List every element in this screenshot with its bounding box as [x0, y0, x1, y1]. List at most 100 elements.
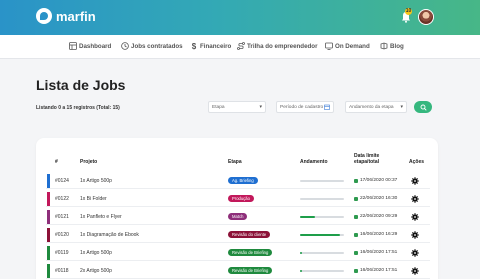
progress-track — [300, 252, 344, 254]
nav-on-demand[interactable]: On Demand — [325, 42, 370, 50]
deadline: 22/06/2020 16:30 — [354, 196, 397, 201]
andamento-select-value: Andamento da etapa — [349, 104, 394, 110]
job-number: #0122 — [55, 196, 69, 202]
stage-badge: Revisão do cliente — [228, 231, 271, 238]
deadline-text: 16/06/2020 16:29 — [360, 232, 398, 237]
gear-icon[interactable] — [411, 213, 419, 221]
deadline-text: 17/06/2020 00:37 — [360, 178, 398, 183]
progress-fill — [300, 270, 303, 272]
deadline: 17/06/2020 00:37 — [354, 178, 397, 183]
row-status-bar — [47, 174, 50, 188]
deadline: 16/06/2020 16:29 — [354, 232, 397, 237]
brand-name: marfin — [56, 8, 96, 24]
search-icon — [420, 104, 427, 111]
job-number: #0124 — [55, 178, 69, 184]
progress-fill — [300, 252, 303, 254]
job-project[interactable]: 1x Artigo 500p — [80, 250, 112, 256]
col-header-acoes: Ações — [409, 159, 425, 165]
gear-icon[interactable] — [411, 177, 419, 185]
chevron-down-icon: ▾ — [259, 104, 262, 110]
job-number: #0118 — [55, 268, 69, 274]
stage-badge: Match — [228, 213, 248, 220]
progress-track — [300, 180, 344, 182]
job-project[interactable]: 2x Artigo 500p — [80, 268, 112, 274]
col-header-num: # — [55, 159, 58, 165]
job-project[interactable]: 1x Artigo 500p — [80, 178, 112, 184]
etapa-select-value: Etapa — [212, 104, 225, 110]
gear-icon[interactable] — [411, 267, 419, 275]
nav-on-demand-label: On Demand — [335, 42, 370, 50]
stage-badge: Revisão de Briefing — [228, 249, 273, 256]
gear-icon[interactable] — [411, 195, 419, 203]
andamento-select[interactable]: Andamento da etapa ▾ — [345, 101, 407, 113]
brand-logo[interactable]: marfin — [36, 8, 96, 24]
dollar-icon: $ — [192, 42, 197, 50]
deadline: 16/06/2020 17:51 — [354, 268, 397, 273]
deadline-text: 16/06/2020 17:51 — [360, 268, 398, 273]
table-row[interactable]: #0122 1x Bi Folder Produção 22/06/2020 16:3… — [46, 191, 430, 207]
svg-text:$: $ — [192, 42, 197, 50]
nav-blog[interactable]: Blog — [380, 42, 404, 50]
nav-financeiro[interactable]: $ Financeiro — [190, 42, 232, 50]
avatar[interactable] — [418, 9, 434, 25]
progress-fill — [300, 234, 341, 236]
page-title: Lista de Jobs — [36, 77, 126, 93]
job-number: #0121 — [55, 214, 69, 220]
calendar-icon — [354, 178, 358, 183]
nav-trilha[interactable]: Trilha do empreendedor — [237, 42, 317, 50]
deadline: 22/06/2020 09:29 — [354, 214, 397, 219]
route-icon — [237, 42, 245, 50]
stage-badge: Revisão de Briefing — [228, 267, 273, 274]
calendar-icon — [354, 250, 358, 255]
table-row[interactable]: #0121 1x Panfleto e Flyer Match 22/06/2020 … — [46, 209, 430, 225]
listing-count: Listando 0 a 15 registros (Total: 15) — [36, 105, 120, 111]
top-bar: marfin 10 — [0, 0, 480, 35]
job-project[interactable]: 1x Bi Folder — [80, 196, 107, 202]
stage-badge: Produção — [228, 195, 254, 202]
calendar-icon — [354, 268, 358, 273]
calendar-icon — [354, 214, 358, 219]
main-nav: Dashboard Jobs contratados $ Financeiro … — [0, 35, 480, 59]
table-row[interactable]: #0120 1x Diagramação de Ebook Revisão do c… — [46, 227, 430, 243]
col-header-data-line2: etapa/total — [354, 159, 380, 165]
job-project[interactable]: 1x Panfleto e Flyer — [80, 214, 122, 220]
table-row[interactable]: #0124 1x Artigo 500p Ag. Briefing 17/06/202… — [46, 173, 430, 189]
row-status-bar — [47, 264, 50, 278]
deadline: 16/06/2020 17:51 — [354, 250, 397, 255]
calendar-icon — [354, 232, 358, 237]
nav-dashboard-label: Dashboard — [79, 42, 112, 50]
gear-icon[interactable] — [411, 249, 419, 257]
logo-icon — [36, 8, 52, 24]
col-header-andamento: Andamento — [300, 159, 328, 165]
nav-blog-label: Blog — [390, 42, 404, 50]
briefcase-icon — [121, 42, 129, 50]
table-row[interactable]: #0119 1x Artigo 500p Revisão de Briefing 16… — [46, 245, 430, 261]
gear-icon[interactable] — [411, 231, 419, 239]
row-status-bar — [47, 228, 50, 242]
job-number: #0119 — [55, 250, 69, 256]
search-button[interactable] — [414, 101, 432, 113]
progress-track — [300, 216, 344, 218]
etapa-select[interactable]: Etapa ▾ — [208, 101, 266, 113]
stage-badge: Ag. Briefing — [228, 177, 258, 184]
job-number: #0120 — [55, 232, 69, 238]
deadline-text: 22/06/2020 09:29 — [360, 214, 398, 219]
dashboard-icon — [69, 42, 77, 50]
nav-financeiro-label: Financeiro — [200, 42, 232, 50]
progress-track — [300, 270, 344, 272]
nav-jobs[interactable]: Jobs contratados — [121, 42, 183, 50]
row-status-bar — [47, 246, 50, 260]
monitor-icon — [325, 42, 333, 50]
col-header-projeto: Projeto — [80, 159, 98, 165]
col-header-data: Data limite etapa/total — [354, 153, 379, 165]
col-header-etapa: Etapa — [228, 159, 242, 165]
table-row[interactable]: #0118 2x Artigo 500p Revisão de Briefing 16… — [46, 263, 430, 279]
calendar-icon — [324, 104, 330, 110]
job-project[interactable]: 1x Diagramação de Ebook — [80, 232, 139, 238]
periodo-input[interactable]: Período de cadastro — [276, 101, 334, 113]
nav-jobs-label: Jobs contratados — [131, 42, 183, 50]
progress-track — [300, 234, 344, 236]
deadline-text: 16/06/2020 17:51 — [360, 250, 398, 255]
calendar-icon — [354, 196, 358, 201]
nav-dashboard[interactable]: Dashboard — [69, 42, 111, 50]
